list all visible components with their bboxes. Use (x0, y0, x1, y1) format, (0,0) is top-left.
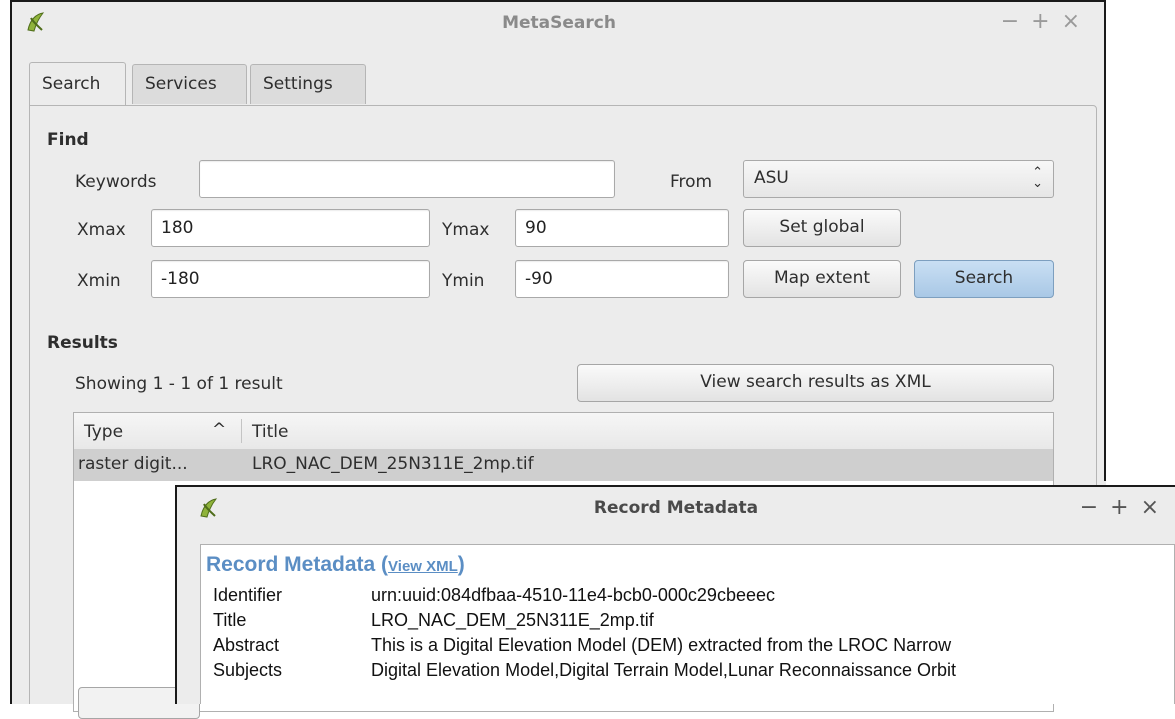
record-metadata-dialog: Record Metadata −+× Record Metadata (Vie… (175, 485, 1175, 704)
tab-search[interactable]: Search (29, 62, 126, 105)
find-heading: Find (47, 130, 89, 150)
metadata-heading: Record Metadata (View XML) (206, 553, 465, 577)
dialog-title: Record Metadata (593, 498, 759, 518)
tab-services[interactable]: Services (132, 64, 247, 104)
updown-chevron-icon: ⌃ ⌄ (1032, 165, 1043, 191)
keywords-label: Keywords (75, 172, 157, 192)
field-value-identifier: urn:uuid:084dfbaa-4510-11e4-bcb0-000c29c… (371, 585, 775, 605)
keywords-input[interactable] (199, 160, 615, 198)
table-row[interactable]: raster digit... LRO_NAC_DEM_25N311E_2mp.… (74, 449, 1053, 481)
metadata-heading-text: Record Metadata (206, 553, 376, 576)
map-extent-button[interactable]: Map extent (743, 260, 901, 298)
field-value-abstract: This is a Digital Elevation Model (DEM) … (371, 635, 952, 655)
dialog-minimize-button[interactable]: − (1080, 495, 1110, 520)
metadata-heading-open: ( (375, 553, 389, 576)
from-select-value: ASU (754, 168, 789, 188)
tab-settings[interactable]: Settings (250, 64, 366, 104)
metadata-heading-close: ) (457, 553, 465, 576)
field-value-subjects: Digital Elevation Model,Digital Terrain … (371, 660, 956, 680)
dialog-maximize-button[interactable]: + (1110, 495, 1140, 520)
column-header-type[interactable]: Type (84, 422, 123, 442)
from-select[interactable]: ASU ⌃ ⌄ (743, 160, 1054, 198)
window-controls[interactable]: −+× (1001, 9, 1092, 34)
field-key-identifier: Identifier (213, 585, 283, 605)
xmax-input[interactable]: 180 (151, 209, 430, 247)
maximize-button[interactable]: + (1031, 9, 1061, 34)
minimize-button[interactable]: − (1001, 9, 1031, 34)
ymax-label: Ymax (442, 220, 490, 240)
table-header: Type ^ Title (74, 413, 1053, 450)
sort-ascending-icon[interactable]: ^ (212, 420, 226, 440)
ymin-label: Ymin (442, 271, 485, 291)
field-value-title: LRO_NAC_DEM_25N311E_2mp.tif (371, 610, 654, 630)
field-key-title: Title (213, 610, 247, 630)
xmin-input[interactable]: -180 (151, 260, 430, 298)
view-xml-link[interactable]: View XML (388, 558, 458, 575)
results-count: Showing 1 - 1 of 1 result (75, 374, 283, 394)
close-button[interactable]: × (1062, 9, 1092, 34)
ymin-input[interactable]: -90 (515, 260, 729, 298)
view-results-xml-button[interactable]: View search results as XML (577, 364, 1054, 402)
set-global-button[interactable]: Set global (743, 209, 901, 247)
row-type-cell: raster digit... (78, 454, 188, 474)
window-border (1104, 0, 1106, 481)
column-header-title[interactable]: Title (252, 422, 288, 442)
metadata-view[interactable]: Record Metadata (View XML) Identifier ur… (200, 544, 1175, 704)
xmin-label: Xmin (77, 271, 121, 291)
results-heading: Results (47, 333, 118, 353)
search-button[interactable]: Search (914, 260, 1054, 298)
column-divider[interactable] (241, 419, 242, 443)
dialog-close-button[interactable]: × (1141, 495, 1171, 520)
row-title-cell: LRO_NAC_DEM_25N311E_2mp.tif (252, 454, 534, 474)
field-key-subjects: Subjects (213, 660, 283, 680)
ymax-input[interactable]: 90 (515, 209, 729, 247)
dialog-window-controls[interactable]: −+× (1080, 495, 1171, 520)
window-title: MetaSearch (502, 13, 616, 33)
field-key-abstract: Abstract (213, 635, 280, 655)
xmax-label: Xmax (77, 220, 126, 240)
from-label: From (670, 172, 713, 192)
title-bar[interactable]: MetaSearch −+× (12, 2, 1106, 44)
